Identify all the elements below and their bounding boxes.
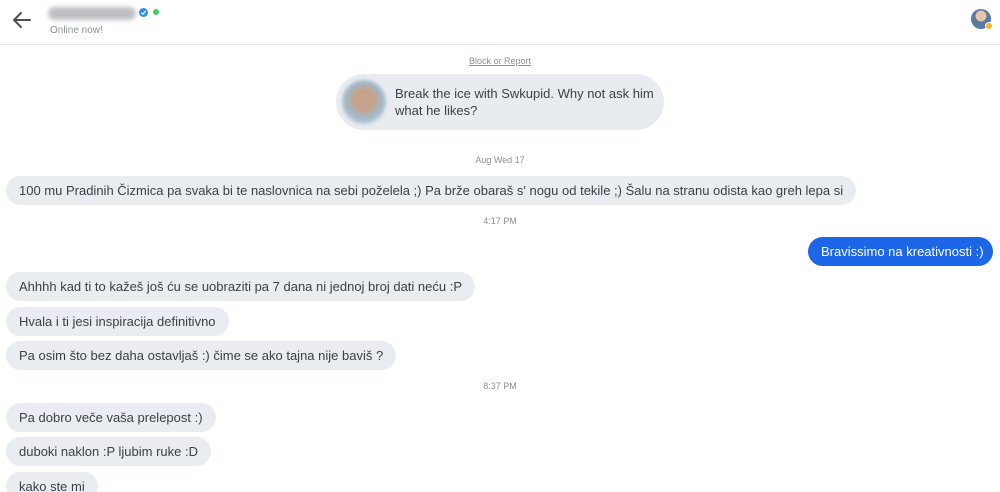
block-or-report-link[interactable]: Block or Report (0, 56, 1000, 66)
contact-name-redacted[interactable] (48, 7, 136, 20)
message-incoming: duboki naklon :P ljubim ruke :D (6, 437, 211, 466)
message-incoming: 100 mu Pradinih Čizmica pa svaka bi te n… (6, 176, 857, 205)
time-divider: 8:37 PM (483, 381, 517, 391)
ice-breaker-text: Break the ice with Swkupid. Why not ask … (395, 86, 654, 118)
message-incoming: Pa dobro veče vaša prelepost :) (6, 403, 216, 432)
message-outgoing: Bravissimo na kreativnosti :) (808, 237, 993, 266)
message-incoming: Ahhhh kad ti to kažeš još ću se uobrazit… (6, 272, 476, 301)
chat-header: Online now! (0, 0, 1000, 45)
user-avatar[interactable] (971, 9, 993, 30)
message-incoming: Hvala i ti jesi inspiracija definitivno (6, 307, 229, 336)
contact-avatar[interactable] (342, 80, 386, 124)
message-incoming: kako ste mi (6, 472, 98, 492)
avatar-badge-icon (985, 22, 993, 30)
message-incoming: Pa osim što bez daha ostavljaš :) čime s… (6, 341, 397, 370)
online-dot-icon (153, 9, 159, 15)
online-status: Online now! (50, 25, 103, 36)
verified-icon (139, 8, 148, 17)
time-divider: 4:17 PM (483, 216, 517, 226)
ice-breaker-card: Break the ice with Swkupid. Why not ask … (336, 74, 664, 130)
back-arrow-icon[interactable] (10, 8, 34, 32)
date-divider: Aug Wed 17 (475, 155, 525, 165)
